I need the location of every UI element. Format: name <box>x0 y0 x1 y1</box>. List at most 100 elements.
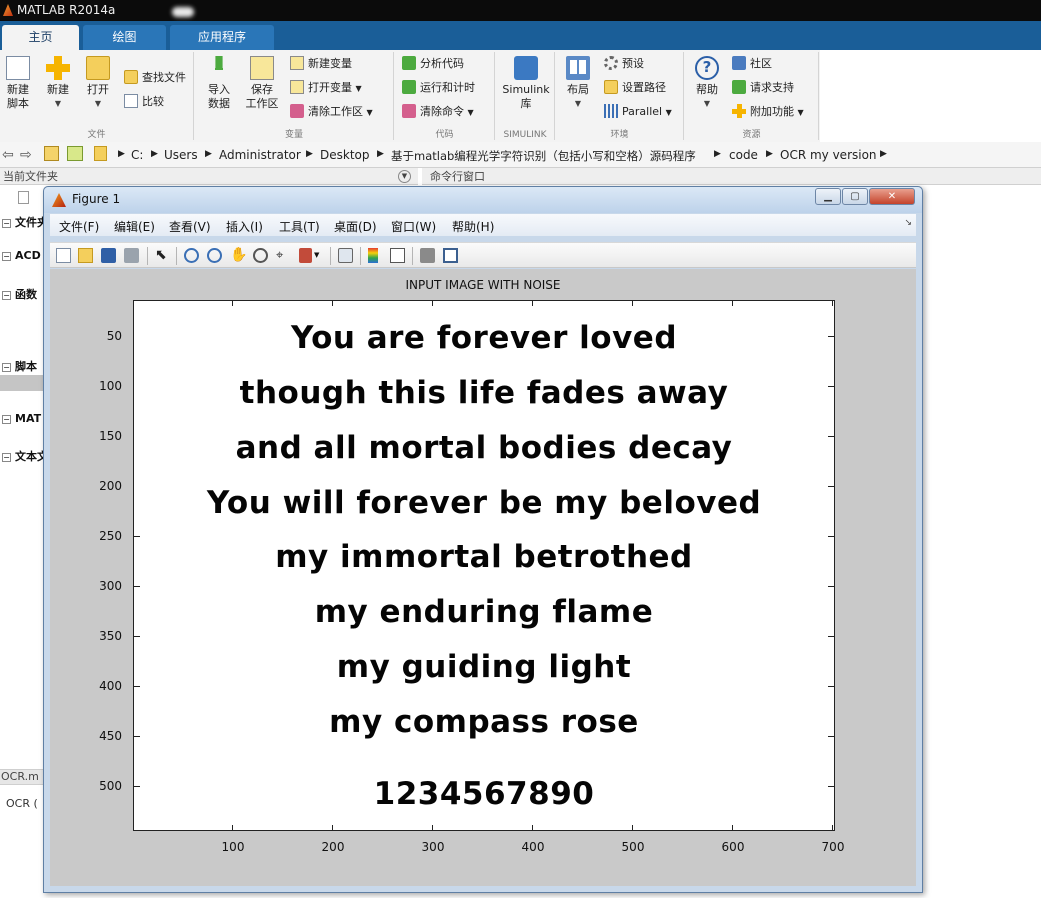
y-tick <box>828 336 834 337</box>
open-button[interactable]: 打开 ▼ <box>78 56 118 111</box>
collapse-icon[interactable]: − <box>2 453 11 462</box>
tree-text[interactable]: − 文本文 <box>2 448 48 464</box>
help-button[interactable]: ? 帮助 ▼ <box>687 56 727 111</box>
open-variable-button[interactable]: 打开变量 ▼ <box>290 78 362 98</box>
clear-workspace-button[interactable]: 清除工作区 ▼ <box>290 102 373 122</box>
figure-canvas: INPUT IMAGE WITH NOISE You are forever l… <box>50 269 916 886</box>
forward-arrow-icon[interactable]: ⇨ <box>20 147 32 163</box>
tree-folder[interactable]: − 文件夹 <box>2 214 48 230</box>
breadcrumb-code[interactable]: code <box>729 148 758 162</box>
new-variable-button[interactable]: 新建变量 <box>290 54 352 74</box>
address-bar: ⇦ ⇨ ▶ C: ▶ Users ▶ Administrator ▶ Deskt… <box>0 142 1041 168</box>
community-people-icon <box>732 56 746 70</box>
colorbar-icon[interactable] <box>368 248 378 263</box>
selected-row[interactable] <box>0 375 46 391</box>
brush-icon[interactable] <box>299 248 312 263</box>
tree-acd[interactable]: − ACD <box>2 249 41 262</box>
close-button[interactable]: ✕ <box>869 188 915 205</box>
addons-button[interactable]: 附加功能 ▼ <box>732 102 804 122</box>
minimize-button[interactable]: ▁ <box>815 188 841 205</box>
section-label-variable: 变量 <box>284 130 303 140</box>
menu-view[interactable]: 查看(V) <box>169 218 211 235</box>
file-details-tab[interactable]: OCR.m <box>0 769 46 785</box>
open-file-icon[interactable] <box>78 248 93 263</box>
zoom-in-icon[interactable] <box>184 248 199 263</box>
breadcrumb-drive[interactable]: C: <box>131 148 143 162</box>
parallel-button[interactable]: Parallel ▼ <box>604 102 672 122</box>
import-data-button[interactable]: 导入 数据 <box>199 56 239 111</box>
community-button[interactable]: 社区 <box>732 54 772 74</box>
breadcrumb-ocr-version[interactable]: OCR my version <box>780 148 877 162</box>
menu-window[interactable]: 窗口(W) <box>391 218 436 235</box>
new-figure-icon[interactable] <box>56 248 71 263</box>
save-workspace-button[interactable]: 保存 工作区 <box>239 56 285 111</box>
tab-home[interactable]: 主页 <box>2 25 79 50</box>
menu-insert[interactable]: 插入(I) <box>226 218 263 235</box>
parallel-icon <box>604 104 618 118</box>
set-path-button[interactable]: 设置路径 <box>604 78 666 98</box>
preferences-button[interactable]: 预设 <box>604 54 644 74</box>
figure-title-bar[interactable]: Figure 1 ▁ ▢ ✕ <box>44 187 922 213</box>
chevron-down-icon: ▼ <box>665 108 672 117</box>
x-tick <box>632 300 633 306</box>
clear-commands-button[interactable]: 清除命令 ▼ <box>402 102 474 122</box>
legend-icon[interactable] <box>390 248 405 263</box>
save-icon[interactable] <box>101 248 116 263</box>
layout-button[interactable]: 布局 ▼ <box>558 56 598 111</box>
collapse-icon[interactable]: − <box>2 415 11 424</box>
collapse-icon[interactable]: − <box>2 252 11 261</box>
image-text-line: though this life fades away <box>239 375 729 411</box>
breadcrumb-users[interactable]: Users <box>164 148 198 162</box>
rotate-3d-icon[interactable] <box>253 248 268 263</box>
open-folder-icon <box>86 56 110 80</box>
chevron-down-icon: ▼ <box>54 99 62 108</box>
compare-button[interactable]: 比较 <box>124 92 164 112</box>
menu-file[interactable]: 文件(F) <box>59 218 99 235</box>
chevron-down-icon[interactable]: ▼ <box>314 248 322 263</box>
breadcrumb-project[interactable]: 基于matlab编程光学字符识别（包括小写和空格）源码程序 <box>391 148 696 164</box>
collapse-icon[interactable]: − <box>2 291 11 300</box>
show-plot-tools-icon[interactable] <box>443 248 458 263</box>
tree-functions[interactable]: − 函数 <box>2 286 37 302</box>
chevron-down-icon: ▼ <box>574 99 582 108</box>
zoom-out-icon[interactable] <box>207 248 222 263</box>
link-plot-icon[interactable] <box>338 248 353 263</box>
pan-hand-icon[interactable]: ✋ <box>230 248 247 263</box>
hide-plot-tools-icon[interactable] <box>420 248 435 263</box>
menu-tools[interactable]: 工具(T) <box>279 218 320 235</box>
tree-scripts[interactable]: − 脚本 <box>2 358 37 374</box>
up-folder-icon[interactable] <box>44 146 59 161</box>
collapse-icon[interactable]: − <box>2 219 11 228</box>
image-axes[interactable]: You are forever loved though this life f… <box>133 300 835 831</box>
request-support-button[interactable]: 请求支持 <box>732 78 794 98</box>
tab-plots[interactable]: 绘图 <box>83 25 166 50</box>
breadcrumb-desktop[interactable]: Desktop <box>320 148 370 162</box>
menu-help[interactable]: 帮助(H) <box>452 218 494 235</box>
menu-desktop[interactable]: 桌面(D) <box>334 218 377 235</box>
collapse-icon[interactable]: − <box>2 363 11 372</box>
y-tick <box>134 686 140 687</box>
back-arrow-icon[interactable]: ⇦ <box>2 147 14 163</box>
pointer-icon[interactable]: ⬉ <box>155 248 170 263</box>
folder-icon <box>94 146 107 161</box>
tab-apps[interactable]: 应用程序 <box>170 25 274 50</box>
run-and-time-button[interactable]: 运行和计时 <box>402 78 475 98</box>
image-text-line: You will forever be my beloved <box>206 485 762 521</box>
print-icon[interactable] <box>124 248 139 263</box>
matlab-title-bar: MATLAB R2014a <box>0 0 1041 21</box>
find-files-button[interactable]: 查找文件 <box>124 68 186 88</box>
breadcrumb-administrator[interactable]: Administrator <box>219 148 301 162</box>
new-button[interactable]: 新建 ▼ <box>38 56 78 111</box>
pane-menu-icon[interactable]: ▼ <box>398 170 411 183</box>
browse-folder-icon[interactable] <box>67 146 83 161</box>
menu-edit[interactable]: 编辑(E) <box>114 218 155 235</box>
maximize-button[interactable]: ▢ <box>842 188 868 205</box>
command-window-pane[interactable] <box>925 185 1041 898</box>
tree-mat[interactable]: − MAT <box>2 412 41 425</box>
new-script-button[interactable]: 新建 脚本 <box>0 56 38 111</box>
current-folder-title: 当前文件夹 <box>3 170 58 183</box>
data-cursor-icon[interactable]: ⌖ <box>276 248 291 263</box>
dock-arrow-icon[interactable]: ↘ <box>904 218 912 228</box>
analyze-code-button[interactable]: 分析代码 <box>402 54 464 74</box>
simulink-library-button[interactable]: Simulink 库 <box>500 56 552 111</box>
